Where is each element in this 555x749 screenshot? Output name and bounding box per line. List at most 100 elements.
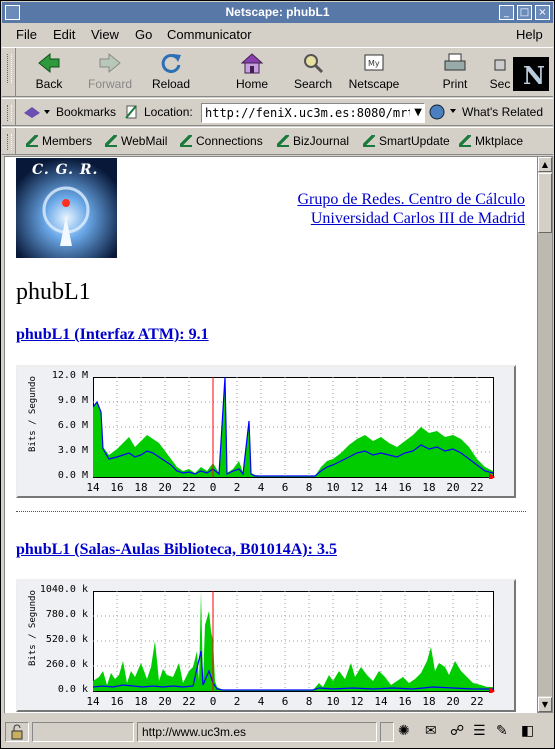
page-proxy-icon[interactable] — [124, 104, 140, 120]
minimize-icon[interactable]: _ — [499, 5, 514, 20]
scroll-down-icon[interactable]: ▼ — [538, 697, 552, 712]
forward-arrow-icon — [99, 52, 121, 74]
location-dropdown-icon[interactable]: ▼ — [414, 107, 422, 118]
x-tick: 12 — [350, 695, 364, 708]
x-tick: 14 — [86, 695, 100, 708]
horizontal-rule — [16, 511, 526, 512]
reload-icon — [161, 53, 181, 73]
page-heading: phubL1 — [16, 279, 91, 305]
personal-connections[interactable]: Connections — [180, 134, 263, 148]
scroll-track[interactable] — [538, 233, 552, 696]
window-title: Netscape: phubL1 — [225, 5, 330, 19]
newsgroups-component-icon[interactable]: ☍ — [450, 723, 464, 739]
x-tick: 20 — [158, 481, 172, 494]
forward-button[interactable]: Forward — [79, 50, 141, 96]
x-tick: 8 — [305, 695, 313, 708]
status-security-indicator[interactable] — [5, 722, 29, 742]
security-button[interactable]: Sec — [485, 50, 515, 96]
personal-members[interactable]: Members — [26, 134, 92, 148]
x-tick: 18 — [422, 695, 436, 708]
x-tick: 20 — [446, 695, 460, 708]
composer-component-icon[interactable]: ✎ — [496, 723, 508, 739]
netscape-n-icon: N — [523, 61, 545, 90]
mail-component-icon[interactable]: ✉ — [425, 723, 437, 739]
search-button[interactable]: Search — [282, 50, 344, 96]
x-tick: 22 — [470, 481, 484, 494]
toolbar-grip[interactable] — [4, 48, 16, 96]
forward-label: Forward — [87, 77, 132, 91]
x-tick: 0 — [209, 695, 217, 708]
x-tick: 18 — [134, 481, 148, 494]
y-tick: 0.0 k — [57, 684, 88, 695]
bookmark-link-icon — [277, 135, 289, 147]
org-link-grupo-redes[interactable]: Grupo de Redes. Centro de Cálculo — [298, 190, 526, 209]
bookmark-link-icon — [105, 135, 117, 147]
home-button[interactable]: Home — [221, 50, 283, 96]
unlocked-padlock-icon — [11, 724, 23, 740]
scroll-thumb[interactable] — [538, 173, 552, 233]
logo-text: C. G. R. — [32, 162, 99, 178]
menu-go[interactable]: Go — [135, 27, 152, 42]
graph-title-biblioteca[interactable]: phubL1 (Salas-Aulas Biblioteca, B01014A)… — [16, 541, 337, 559]
netscape-button[interactable]: My Netscape — [343, 50, 405, 96]
menu-help[interactable]: Help — [516, 27, 543, 42]
bookmark-link-icon — [363, 135, 375, 147]
toolbar-grip[interactable] — [4, 99, 16, 125]
home-label: Home — [235, 77, 268, 91]
cgr-logo[interactable]: C. G. R. — [16, 158, 117, 258]
whats-related-label: What's Related — [462, 105, 543, 119]
traffic-graph-atm[interactable]: Bits / Segundo 12.0 M 9.0 M 6.0 M 3.0 M … — [16, 365, 516, 498]
x-tick: 18 — [422, 481, 436, 494]
location-input-box[interactable]: http://feniX.uc3m.es:8080/mrt ▼ — [201, 103, 425, 123]
search-label: Search — [293, 77, 333, 91]
navigator-component-icon[interactable]: ✺ — [398, 723, 410, 739]
menu-communicator[interactable]: Communicator — [167, 27, 252, 42]
y-tick: 780.0 k — [45, 609, 88, 620]
location-label: Location: — [144, 105, 193, 119]
back-label: Back — [35, 77, 63, 91]
menu-view[interactable]: View — [91, 27, 119, 42]
y-tick: 260.0 k — [45, 659, 88, 670]
personal-bizjournal[interactable]: BizJournal — [277, 134, 349, 148]
x-tick: 16 — [398, 695, 412, 708]
x-tick: 0 — [209, 481, 217, 494]
security-lock-icon — [494, 59, 506, 71]
y-axis-label: Bits / Segundo — [28, 376, 38, 452]
reload-button[interactable]: Reload — [140, 50, 202, 96]
window-menu-icon[interactable] — [5, 5, 20, 20]
address-book-component-icon[interactable]: ☰ — [473, 723, 486, 739]
status-message: http://www.uc3m.es — [137, 722, 377, 742]
x-tick: 20 — [446, 481, 460, 494]
y-tick: 0.0 M — [57, 470, 88, 481]
netscape-label: Netscape — [348, 77, 400, 91]
whats-related-icon — [429, 104, 456, 120]
menu-edit[interactable]: Edit — [53, 27, 75, 42]
vertical-scrollbar[interactable]: ▲ ▼ — [537, 156, 553, 713]
menu-file[interactable]: File — [16, 27, 37, 42]
print-button[interactable]: Print — [424, 50, 486, 96]
location-input[interactable]: http://feniX.uc3m.es:8080/mrt — [205, 106, 410, 120]
org-link-uc3m[interactable]: Universidad Carlos III de Madrid — [298, 209, 525, 228]
personal-mktplace[interactable]: Mktplace — [459, 134, 523, 148]
x-tick: 20 — [158, 695, 172, 708]
maximize-icon[interactable]: □ — [517, 5, 532, 20]
y-axis-label: Bits / Segundo — [28, 590, 38, 666]
back-button[interactable]: Back — [18, 50, 80, 96]
whats-related-button[interactable]: What's Related — [428, 104, 543, 123]
status-url: http://www.uc3m.es — [142, 725, 247, 739]
traffic-graph-biblioteca[interactable]: Bits / Segundo 1040.0 k 780.0 k 520.0 k … — [16, 579, 516, 712]
back-arrow-icon — [38, 52, 60, 74]
graph-title-atm[interactable]: phubL1 (Interfaz ATM): 9.1 — [16, 326, 209, 344]
y-tick: 9.0 M — [57, 395, 88, 406]
x-tick: 4 — [257, 695, 265, 708]
personal-webmail[interactable]: WebMail — [105, 134, 167, 148]
scroll-up-icon[interactable]: ▲ — [538, 157, 552, 172]
netscape-logo[interactable]: N — [513, 57, 549, 91]
toolbar-grip[interactable] — [4, 128, 16, 154]
offline-component-icon[interactable]: ◧ — [521, 723, 534, 739]
reload-label: Reload — [151, 77, 191, 91]
my-netscape-icon: My — [364, 54, 384, 71]
personal-smartupdate[interactable]: SmartUpdate — [363, 134, 450, 148]
close-icon[interactable]: × — [535, 5, 550, 20]
bookmarks-button[interactable]: Bookmarks — [22, 105, 116, 122]
